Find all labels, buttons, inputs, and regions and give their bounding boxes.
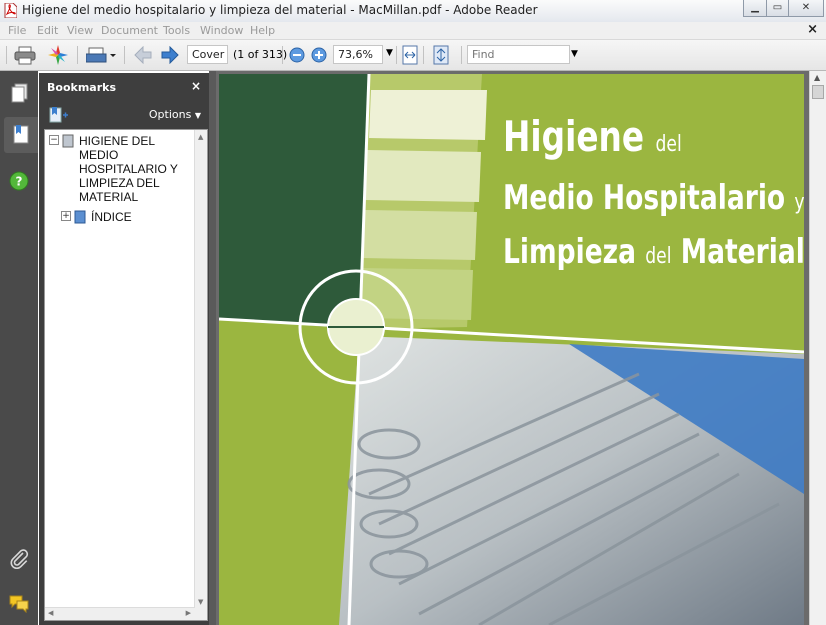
fit-width-icon[interactable] <box>401 45 419 65</box>
page-number-field[interactable]: Cover <box>187 45 228 64</box>
menu-document[interactable]: Document <box>101 24 158 37</box>
options-label: Options <box>148 108 192 121</box>
prev-page-icon[interactable] <box>134 46 152 64</box>
scroll-up-icon[interactable]: ▲ <box>814 73 820 82</box>
scroll-right-icon[interactable]: ▶ <box>186 609 191 617</box>
cover-title-word: Medio Hospitalario <box>503 178 786 218</box>
cover-title-word: del <box>645 244 672 269</box>
toolbar: Cover (1 of 313) 73,6% ▼ ▼ <box>0 40 826 71</box>
cover-title-word: del <box>655 132 682 157</box>
cover-title-line-2: Medio Hospitalario y <box>503 178 804 218</box>
cover-title-line-1: Higiene del <box>503 112 682 161</box>
find-input[interactable] <box>467 45 570 64</box>
menu-view[interactable]: View <box>67 24 93 37</box>
comments-icon[interactable] <box>9 593 29 613</box>
menu-help[interactable]: Help <box>250 24 275 37</box>
zoom-in-icon[interactable] <box>311 47 327 63</box>
new-bookmark-icon[interactable] <box>49 106 69 124</box>
expand-toggle-icon[interactable]: + <box>61 211 71 221</box>
next-page-icon[interactable] <box>161 46 179 64</box>
bookmarks-tab[interactable] <box>4 117 38 153</box>
bookmark-label: HIGIENE DEL MEDIO HOSPITALARIO Y LIMPIEZ… <box>79 134 178 204</box>
menu-edit[interactable]: Edit <box>37 24 58 37</box>
help-icon[interactable]: ? <box>9 171 29 191</box>
pages-icon[interactable] <box>9 83 29 103</box>
bookmark-page-icon <box>74 210 86 224</box>
svg-text:?: ? <box>16 175 23 189</box>
share-icon[interactable] <box>86 45 116 65</box>
close-document-button[interactable]: × <box>807 22 818 37</box>
page-count: (1 of 313) <box>233 48 288 61</box>
toolbar-separator <box>282 46 283 64</box>
zoom-field[interactable]: 73,6% <box>333 45 383 64</box>
toolbar-separator <box>461 46 462 64</box>
collaborate-icon[interactable] <box>47 44 69 66</box>
bookmarks-panel: Bookmarks × Options ▼ − HIGIENE DEL MEDI… <box>39 73 209 625</box>
toolbar-separator <box>124 46 125 64</box>
menu-file[interactable]: File <box>8 24 26 37</box>
cover-title-word: Material <box>680 232 804 272</box>
chevron-down-icon: ▼ <box>194 111 201 120</box>
menu-window[interactable]: Window <box>200 24 243 37</box>
scroll-thumb[interactable] <box>812 85 824 99</box>
document-vertical-scrollbar[interactable]: ▲ <box>809 71 826 625</box>
zoom-out-icon[interactable] <box>289 47 305 63</box>
bookmarks-tree: − HIGIENE DEL MEDIO HOSPITALARIO Y LIMPI… <box>44 129 208 621</box>
bookmarks-vertical-scrollbar[interactable]: ▲ ▼ <box>194 130 207 620</box>
bookmarks-horizontal-scrollbar[interactable]: ◀ ▶ <box>45 607 195 620</box>
panel-title: Bookmarks <box>47 81 116 94</box>
full-screen-icon[interactable] <box>432 45 450 65</box>
pdf-icon <box>4 3 17 18</box>
pdf-cover-page: Higiene del Medio Hospitalario y Limpiez… <box>219 74 804 625</box>
cover-title-line-3: Limpieza del Material <box>503 232 804 272</box>
bookmark-item-indice[interactable]: + ÍNDICE <box>61 210 181 226</box>
toolbar-separator <box>77 46 78 64</box>
title-bar: Higiene del medio hospitalario y limpiez… <box>0 0 826 23</box>
maximize-button[interactable]: ▭ <box>766 0 789 17</box>
bookmark-label: ÍNDICE <box>91 210 132 224</box>
cover-title-word: Higiene <box>503 112 645 161</box>
print-icon[interactable] <box>14 46 36 65</box>
close-window-button[interactable]: ✕ <box>788 0 824 17</box>
find-dropdown-icon[interactable]: ▼ <box>571 49 578 59</box>
options-menu-button[interactable]: Options ▼ <box>149 108 201 121</box>
cover-title-word: y <box>794 190 804 215</box>
menu-bar: File Edit View Document Tools Window Hel… <box>0 22 826 40</box>
toolbar-separator <box>6 46 7 64</box>
collapse-toggle-icon[interactable]: − <box>49 135 59 145</box>
scroll-down-icon[interactable]: ▼ <box>198 598 203 606</box>
scroll-left-icon[interactable]: ◀ <box>48 609 53 617</box>
menu-tools[interactable]: Tools <box>163 24 190 37</box>
window-title: Higiene del medio hospitalario y limpiez… <box>22 3 538 17</box>
panel-splitter[interactable] <box>209 71 216 625</box>
minimize-button[interactable]: ▁ <box>743 0 767 17</box>
toolbar-separator <box>423 46 424 64</box>
toolbar-separator <box>396 46 397 64</box>
navigation-rail: ? <box>0 71 38 625</box>
bookmark-item-higiene[interactable]: − HIGIENE DEL MEDIO HOSPITALARIO Y LIMPI… <box>49 134 189 206</box>
cover-title-word: Limpieza <box>503 232 637 272</box>
panel-toolbar: Options ▼ <box>39 101 209 129</box>
panel-close-button[interactable]: × <box>191 79 201 93</box>
scroll-up-icon[interactable]: ▲ <box>198 133 203 141</box>
zoom-dropdown-icon[interactable]: ▼ <box>386 48 393 58</box>
bookmarks-icon <box>13 125 29 144</box>
attachments-icon[interactable] <box>9 549 29 569</box>
bookmark-page-icon <box>62 134 74 148</box>
